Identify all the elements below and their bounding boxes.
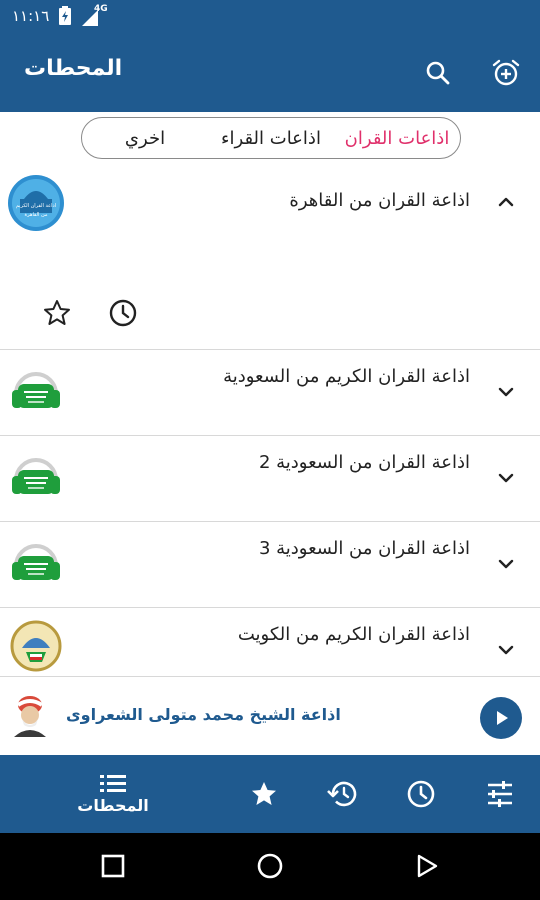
station-item-saudi-3[interactable]: اذاعة القران من السعودية 3 xyxy=(0,522,540,608)
sliders-icon xyxy=(488,781,512,807)
nav-history[interactable] xyxy=(308,755,378,833)
back-button[interactable] xyxy=(410,849,444,883)
app-bar: المحطات xyxy=(0,34,540,112)
status-icons: 4G xyxy=(58,4,108,28)
station-title: اذاعة القران من السعودية 2 xyxy=(258,452,470,473)
home-button[interactable] xyxy=(253,849,287,883)
signal-icon: 4G xyxy=(80,4,108,28)
bottom-navigation: المحطات xyxy=(0,755,540,833)
nav-settings[interactable] xyxy=(465,755,535,833)
saudi-radio-logo xyxy=(12,458,60,494)
status-time: ١١:١٦ xyxy=(12,7,50,25)
clock-icon xyxy=(109,299,137,327)
nav-alarms[interactable] xyxy=(386,755,456,833)
saudi-radio-logo xyxy=(12,544,60,580)
chevron-up-icon[interactable] xyxy=(494,190,518,214)
kuwait-emblem-logo xyxy=(10,620,62,672)
nav-favorites[interactable] xyxy=(229,755,299,833)
search-button[interactable] xyxy=(421,56,455,90)
chevron-down-icon[interactable] xyxy=(494,638,518,662)
station-title: اذاعة القران الكريم من الكويت xyxy=(237,624,470,645)
station-item-kuwait[interactable]: اذاعة القران الكريم من الكويت xyxy=(0,608,540,677)
triangle-back-icon xyxy=(417,854,438,878)
chevron-down-icon[interactable] xyxy=(494,466,518,490)
station-title: اذاعة القران من السعودية 3 xyxy=(258,538,470,559)
sheikh-avatar xyxy=(14,696,46,737)
square-icon xyxy=(101,854,125,878)
station-item-cairo[interactable]: اذاعة القران من القاهرة اذاعة القرآن الك… xyxy=(0,168,540,350)
star-icon xyxy=(252,782,276,805)
system-navigation-bar xyxy=(0,833,540,900)
tab-other[interactable]: اخري xyxy=(82,128,208,149)
play-button[interactable] xyxy=(480,697,522,739)
add-alarm-icon xyxy=(492,59,520,86)
station-item-saudi[interactable]: اذاعة القران الكريم من السعودية xyxy=(0,350,540,436)
network-type: 4G xyxy=(94,4,108,14)
nav-stations[interactable]: المحطات xyxy=(77,755,149,833)
favorite-button[interactable] xyxy=(42,298,72,328)
schedule-button[interactable] xyxy=(108,298,138,328)
station-logo-subtext: من القاهرة xyxy=(24,212,48,218)
page-title: المحطات xyxy=(24,56,123,81)
star-outline-icon xyxy=(44,300,70,325)
status-bar: ١١:١٦ 4G xyxy=(0,0,540,34)
station-item-saudi-2[interactable]: اذاعة القران من السعودية 2 xyxy=(0,436,540,522)
station-title: اذاعة القران من القاهرة xyxy=(289,190,470,211)
recents-button[interactable] xyxy=(96,849,130,883)
chevron-down-icon[interactable] xyxy=(494,380,518,404)
add-alarm-button[interactable] xyxy=(489,56,523,90)
battery-charging-icon xyxy=(59,6,71,25)
saudi-radio-logo xyxy=(12,372,60,408)
circle-icon xyxy=(257,853,283,879)
history-icon xyxy=(327,781,357,807)
category-tabs: اذاعات القران اذاعات القراء اخري xyxy=(81,117,461,159)
station-title: اذاعة القران الكريم من السعودية xyxy=(223,366,470,387)
play-icon xyxy=(497,711,508,725)
now-playing-bar[interactable]: اذاعة الشيخ محمد متولى الشعراوى xyxy=(0,677,540,755)
now-playing-title: اذاعة الشيخ محمد متولى الشعراوى xyxy=(66,705,341,724)
tab-reciters-radios[interactable]: اذاعات القراء xyxy=(208,128,334,149)
station-logo-text: اذاعة القرآن الكريم xyxy=(15,203,57,209)
nav-stations-label: المحطات xyxy=(77,795,149,815)
chevron-down-icon[interactable] xyxy=(494,552,518,576)
clock-icon xyxy=(407,780,435,808)
tab-quran-radios[interactable]: اذاعات القران xyxy=(334,128,460,149)
list-icon xyxy=(100,774,126,792)
search-icon xyxy=(426,61,450,85)
